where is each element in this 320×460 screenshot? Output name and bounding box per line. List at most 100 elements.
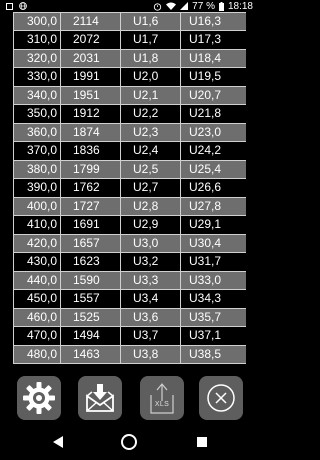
table-cell: U29,1 (180, 215, 246, 235)
table-cell: U33,0 (180, 270, 246, 290)
back-icon (53, 436, 63, 448)
table-row: 480,0 1463 U3,8 U38,5 (13, 344, 246, 364)
table-row: 350,0 1912 U2,2 U21,8 (13, 104, 246, 124)
table-cell: 470,0 (13, 326, 61, 346)
home-icon (121, 434, 137, 450)
table-cell: 480,0 (13, 344, 61, 364)
home-button[interactable] (119, 432, 139, 452)
navigation-bar (0, 424, 259, 460)
export-xls-button[interactable]: XLS (140, 376, 184, 420)
table-cell: 2114 (60, 11, 121, 31)
table-cell: U17,3 (180, 30, 246, 50)
table-cell: U1,7 (120, 30, 181, 50)
battery-icon (218, 1, 224, 11)
battery-percent: 77 % (192, 0, 215, 12)
table-cell: U3,4 (120, 289, 181, 309)
table-cell: 1691 (60, 215, 121, 235)
xls-label: XLS (154, 401, 170, 408)
table-cell: 380,0 (13, 159, 61, 179)
table-cell: U21,8 (180, 104, 246, 124)
table-row: 360,0 1874 U2,3 U23,0 (13, 122, 246, 142)
table-cell: 1874 (60, 122, 121, 142)
table-cell: U3,7 (120, 326, 181, 346)
table-row: 340,0 1951 U2,1 U20,7 (13, 85, 246, 105)
bottom-toolbar: XLS (0, 372, 259, 424)
table-cell: U3,3 (120, 270, 181, 290)
table-cell: U3,0 (120, 233, 181, 253)
table-cell: U16,3 (180, 11, 246, 31)
table-cell: 1463 (60, 344, 121, 364)
table-row: 310,0 2072 U1,7 U17,3 (13, 30, 246, 50)
settings-button[interactable] (17, 376, 61, 420)
table-cell: U1,6 (120, 11, 181, 31)
table-cell: 400,0 (13, 196, 61, 216)
table-cell: U2,8 (120, 196, 181, 216)
table-cell: 1836 (60, 141, 121, 161)
table-cell: U3,8 (120, 344, 181, 364)
data-table: 290,02157U1,5U15,2300,02114U1,6U16,3310,… (13, 0, 246, 364)
table-cell: 430,0 (13, 252, 61, 272)
table-cell: 460,0 (13, 307, 61, 327)
status-bar: 77 % 18:18 (0, 0, 259, 12)
recents-icon (197, 437, 207, 447)
table-cell: 440,0 (13, 270, 61, 290)
table-row: 430,0 1623 U3,2 U31,7 (13, 252, 246, 272)
table-row: 380,0 1799 U2,5 U25,4 (13, 159, 246, 179)
table-cell: U2,2 (120, 104, 181, 124)
table-cell: 1525 (60, 307, 121, 327)
signal-icon (180, 2, 189, 10)
table-cell: U2,0 (120, 67, 181, 87)
table-cell: 300,0 (13, 11, 61, 31)
gear-icon (23, 382, 55, 414)
table-row: 460,0 1525 U3,6 U35,7 (13, 307, 246, 327)
table-cell: 1951 (60, 85, 121, 105)
table-cell: U25,4 (180, 159, 246, 179)
message-icon (6, 2, 13, 10)
table-cell: U20,7 (180, 85, 246, 105)
table-row: 390,0 1762 U2,7 U26,6 (13, 178, 246, 198)
table-cell: 1762 (60, 178, 121, 198)
table-row: 440,0 1590 U3,3 U33,0 (13, 270, 246, 290)
table-row: 420,0 1657 U3,0 U30,4 (13, 233, 246, 253)
table-cell: 370,0 (13, 141, 61, 161)
clock: 18:18 (227, 0, 253, 12)
recents-button[interactable] (192, 432, 212, 452)
table-cell: U3,6 (120, 307, 181, 327)
table-cell: 1590 (60, 270, 121, 290)
table-row: 400,0 1727 U2,8 U27,8 (13, 196, 246, 216)
table-row: 370,0 1836 U2,4 U24,2 (13, 141, 246, 161)
alarm-icon (154, 2, 162, 11)
xls-export-icon (150, 383, 174, 414)
table-cell: U38,5 (180, 344, 246, 364)
table-row: 330,0 1991 U2,0 U19,5 (13, 67, 246, 87)
wifi-icon (166, 2, 177, 10)
close-circle-icon (207, 384, 235, 412)
table-cell: U18,4 (180, 48, 246, 68)
table-row: 450,0 1557 U3,4 U34,3 (13, 289, 246, 309)
table-cell: U37,1 (180, 326, 246, 346)
table-cell: 410,0 (13, 215, 61, 235)
table-cell: U2,9 (120, 215, 181, 235)
table-cell: U2,1 (120, 85, 181, 105)
table-cell: U19,5 (180, 67, 246, 87)
mail-download-icon (86, 384, 114, 412)
table-cell: U1,8 (120, 48, 181, 68)
table-cell: 340,0 (13, 85, 61, 105)
table-cell: 350,0 (13, 104, 61, 124)
table-cell: 1623 (60, 252, 121, 272)
close-button[interactable] (199, 376, 243, 420)
table-cell: 1557 (60, 289, 121, 309)
table-cell: U35,7 (180, 307, 246, 327)
globe-icon (19, 2, 27, 10)
table-cell: 310,0 (13, 30, 61, 50)
table-cell: 1494 (60, 326, 121, 346)
email-button[interactable] (78, 376, 122, 420)
table-row: 320,0 2031 U1,8 U18,4 (13, 48, 246, 68)
table-cell: U27,8 (180, 196, 246, 216)
data-table-container[interactable]: 290,02157U1,5U15,2300,02114U1,6U16,3310,… (13, 0, 246, 372)
back-button[interactable] (48, 432, 68, 452)
table-cell: U2,5 (120, 159, 181, 179)
table-row: 470,0 1494 U3,7 U37,1 (13, 326, 246, 346)
table-cell: 390,0 (13, 178, 61, 198)
table-cell: 1799 (60, 159, 121, 179)
